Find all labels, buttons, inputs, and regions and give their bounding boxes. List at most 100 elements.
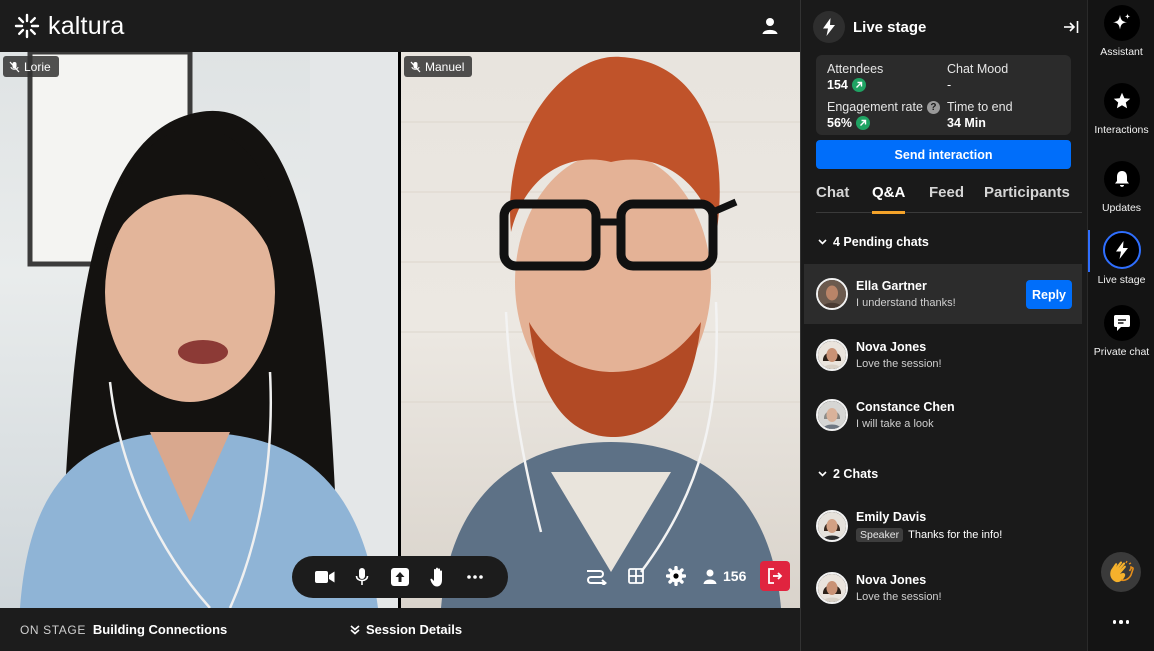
participant-video	[401, 56, 800, 608]
list-item[interactable]: Ella Gartner I understand thanks! Reply	[804, 264, 1082, 324]
participant-count[interactable]: 156	[703, 568, 746, 584]
layout-switch-icon[interactable]	[583, 563, 609, 589]
live-stage-panel: Live stage Attendees 154 Chat Mood - Eng…	[800, 0, 1087, 651]
share-screen-icon[interactable]	[387, 564, 413, 590]
more-icon[interactable]	[1107, 612, 1135, 632]
chat-message: Love the session!	[856, 591, 942, 603]
help-icon[interactable]: ?	[926, 101, 940, 115]
panel-title: Live stage	[853, 18, 927, 36]
avatar	[816, 278, 848, 310]
trend-up-icon	[851, 78, 866, 92]
logo-text: kaltura	[48, 11, 125, 40]
chat-author: Constance Chen	[856, 400, 955, 414]
rail-item-private-chat[interactable]: Private chat	[1088, 305, 1154, 358]
stats-card: Attendees 154 Chat Mood - Engagement rat…	[816, 55, 1071, 135]
user-icon[interactable]	[760, 16, 780, 36]
participant-name: Lorie	[24, 59, 51, 74]
speaker-badge: Speaker	[856, 528, 904, 542]
section-title: 4 Pending chats	[833, 235, 929, 249]
star-icon	[1103, 83, 1140, 119]
tab-feed[interactable]: Feed	[929, 184, 964, 201]
pending-chats-header[interactable]: 4 Pending chats	[818, 235, 929, 249]
camera-icon[interactable]	[312, 564, 338, 590]
clapping-hands-icon[interactable]	[1101, 552, 1141, 592]
chat-message: I understand thanks!	[856, 297, 956, 309]
video-tile-lorie[interactable]: Lorie	[0, 52, 398, 608]
right-rail: Assistant Interactions Updates Live stag…	[1087, 0, 1154, 651]
stat-time-to-end: Time to end 34 Min	[947, 100, 1013, 130]
chat-message: Love the session!	[856, 358, 942, 370]
stat-value: 154	[827, 78, 848, 92]
reply-button[interactable]: Reply	[1026, 280, 1072, 309]
mic-muted-icon	[9, 61, 20, 72]
avatar	[816, 572, 848, 604]
sparkle-icon	[1103, 5, 1140, 41]
people-icon	[703, 569, 717, 584]
participant-video	[20, 52, 398, 608]
bottom-bar: ON STAGE Building Connections Session De…	[0, 608, 800, 651]
rail-item-interactions[interactable]: Interactions	[1088, 83, 1154, 136]
raise-hand-icon[interactable]	[425, 564, 451, 590]
video-tile-manuel[interactable]: Manuel	[401, 52, 800, 608]
session-details-button[interactable]: Session Details	[350, 622, 462, 637]
microphone-icon[interactable]	[349, 564, 375, 590]
kaltura-logo: kaltura	[14, 12, 124, 41]
settings-icon[interactable]	[663, 563, 689, 589]
chat-author: Nova Jones	[856, 573, 927, 587]
lightning-icon	[813, 11, 845, 43]
collapse-panel-icon[interactable]	[1063, 19, 1079, 35]
send-interaction-button[interactable]: Send interaction	[816, 140, 1071, 169]
chevron-down-icon	[818, 239, 827, 245]
chat-author: Ella Gartner	[856, 279, 927, 293]
video-stage: Lorie Manuel 156	[0, 52, 800, 608]
call-controls	[292, 556, 508, 598]
chat-message: I will take a look	[856, 418, 934, 430]
grid-icon[interactable]	[623, 563, 649, 589]
list-item[interactable]: Emily Davis Speaker Thanks for the info!	[804, 496, 1082, 556]
stat-engagement: Engagement rate? 56%	[827, 100, 940, 131]
participant-name-tag: Lorie	[3, 56, 59, 77]
section-title: 2 Chats	[833, 467, 879, 481]
leave-icon	[768, 568, 783, 584]
tab-participants[interactable]: Participants	[984, 184, 1070, 201]
tab-qa[interactable]: Q&A	[872, 184, 906, 214]
rail-item-live-stage[interactable]: Live stage	[1088, 231, 1154, 286]
trend-up-icon	[856, 116, 871, 131]
avatar	[816, 339, 848, 371]
list-item[interactable]: Constance Chen I will take a look	[804, 385, 1082, 445]
lightning-icon	[1102, 231, 1141, 269]
stat-value: 56%	[827, 116, 853, 131]
leave-button[interactable]	[760, 561, 791, 591]
rail-label: Private chat	[1093, 346, 1150, 358]
tab-chat[interactable]: Chat	[816, 184, 849, 201]
list-item[interactable]: Nova Jones Love the session!	[804, 558, 1082, 618]
chat-author: Nova Jones	[856, 340, 927, 354]
stat-label: Engagement rate	[827, 100, 923, 114]
chat-bubble-icon	[1103, 305, 1140, 341]
participant-count-value: 156	[723, 568, 747, 584]
stat-chat-mood: Chat Mood -	[947, 62, 1008, 92]
stat-label: Attendees	[827, 62, 884, 76]
top-bar: kaltura	[0, 0, 800, 52]
chats-header[interactable]: 2 Chats	[818, 467, 878, 481]
stat-value: 34 Min	[947, 116, 986, 130]
panel-tabs: Chat Q&A Feed Participants	[816, 180, 1082, 214]
avatar	[816, 399, 848, 431]
stat-label: Chat Mood	[947, 62, 1009, 76]
mic-muted-icon	[410, 61, 421, 72]
rail-item-assistant[interactable]: Assistant	[1088, 5, 1154, 58]
rail-item-updates[interactable]: Updates	[1088, 161, 1154, 214]
participant-name-tag: Manuel	[404, 56, 473, 77]
rail-label: Assistant	[1100, 46, 1143, 58]
avatar	[816, 510, 848, 542]
list-item[interactable]: Nova Jones Love the session!	[804, 325, 1082, 385]
chat-message: Thanks for the info!	[908, 529, 1003, 541]
on-stage-label: ON STAGE	[20, 622, 86, 637]
double-chevron-down-icon	[350, 624, 360, 635]
more-icon[interactable]	[462, 564, 488, 590]
chevron-down-icon	[818, 471, 827, 477]
bell-icon	[1103, 161, 1140, 197]
rail-label: Live stage	[1097, 274, 1146, 286]
rail-label: Updates	[1101, 202, 1142, 214]
stat-attendees: Attendees 154	[827, 62, 883, 92]
